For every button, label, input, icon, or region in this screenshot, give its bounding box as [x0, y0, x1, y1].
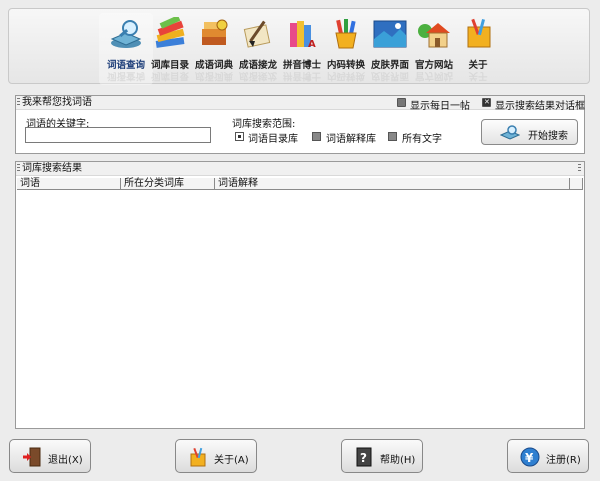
dictionary-icon	[196, 17, 232, 51]
grip-icon	[17, 98, 20, 106]
start-search-label: 开始搜索	[528, 131, 568, 142]
exit-door-icon	[22, 447, 42, 467]
keyword-input[interactable]	[25, 127, 211, 143]
svg-text:?: ?	[360, 451, 367, 465]
help-label: 帮助(H)	[380, 455, 416, 466]
results-panel-title-bar: 词库搜索结果	[16, 162, 584, 176]
search-panel-title: 我来帮您找词语	[22, 97, 92, 108]
scope-option-catalog: 词语目录库	[248, 134, 298, 145]
pencil-cup-icon	[328, 17, 364, 51]
about-button[interactable]: 关于(A)	[175, 439, 257, 473]
svg-text:A: A	[308, 39, 316, 50]
search-book-icon	[108, 17, 144, 51]
house-icon	[416, 17, 452, 51]
register-label: 注册(R)	[546, 455, 581, 466]
results-dialog-checkbox[interactable]	[482, 98, 491, 107]
toolbar-official-site[interactable]: 官方网站 官方网站	[413, 17, 455, 81]
column-header-category[interactable]: 所在分类词库	[121, 178, 215, 190]
column-header-word[interactable]: 词语	[17, 178, 121, 190]
notebook-icon	[460, 17, 496, 51]
start-search-button[interactable]: 开始搜索	[481, 119, 578, 145]
pinyin-books-icon: A	[284, 17, 320, 51]
search-panel: 我来帮您找词语 显示每日一帖 显示搜索结果对话框 词语的关键字: 词库搜索范围:…	[15, 95, 585, 154]
search-book-icon	[499, 125, 521, 144]
toolbar-word-query[interactable]: 词语查询 词语查询	[99, 13, 153, 85]
toolbar-word-catalog[interactable]: 词库目录 词库目录	[149, 15, 191, 81]
results-panel-title: 词库搜索结果	[22, 163, 82, 174]
toolbar-idiom-dictionary[interactable]: 成语词典 成语词典	[193, 17, 235, 81]
grip-icon	[578, 164, 581, 172]
toolbar-code-convert[interactable]: 内码转换 内码转换	[325, 17, 367, 81]
toolbar-about[interactable]: 关于 关于	[457, 17, 499, 81]
notebook-icon	[188, 447, 208, 467]
daily-tip-label: 显示每日一帖	[410, 101, 470, 112]
help-button[interactable]: ? 帮助(H)	[341, 439, 423, 473]
scroll-brush-icon	[240, 17, 276, 51]
exit-button[interactable]: 退出(X)	[9, 439, 91, 473]
scope-radio-all[interactable]	[388, 132, 397, 141]
scope-label: 词库搜索范围:	[232, 119, 296, 130]
results-list[interactable]	[17, 190, 583, 427]
toolbar-label: 关于	[468, 60, 488, 71]
main-toolbar: 词语查询 词语查询 词库目录 词库目录 成语词典 成语词典 成语接龙 成语接龙 …	[8, 8, 590, 85]
results-panel: 词库搜索结果 词语 所在分类词库 词语解释	[15, 161, 585, 429]
column-header-explanation[interactable]: 词语解释	[215, 178, 570, 190]
about-label: 关于(A)	[214, 455, 249, 466]
yen-coin-icon: ¥	[520, 447, 540, 467]
grip-icon	[17, 164, 20, 172]
scope-radio-catalog[interactable]	[235, 132, 244, 141]
scope-option-all: 所有文字	[402, 134, 442, 145]
column-header-filler	[570, 178, 583, 190]
toolbar-label-reflection: 关于	[468, 70, 488, 81]
scope-option-explanation: 词语解释库	[326, 134, 376, 145]
svg-text:¥: ¥	[525, 451, 534, 465]
books-stack-icon	[152, 15, 188, 51]
register-button[interactable]: ¥ 注册(R)	[507, 439, 589, 473]
toolbar-idiom-chain[interactable]: 成语接龙 成语接龙	[237, 17, 279, 81]
daily-tip-checkbox[interactable]	[397, 98, 406, 107]
exit-label: 退出(X)	[48, 455, 83, 466]
toolbar-skin-interface[interactable]: 皮肤界面 皮肤界面	[369, 17, 411, 81]
landscape-icon	[372, 17, 408, 51]
results-dialog-label: 显示搜索结果对话框	[495, 101, 585, 112]
scope-radio-explanation[interactable]	[312, 132, 321, 141]
help-book-icon: ?	[354, 447, 374, 467]
toolbar-pinyin-doctor[interactable]: A 拼音博士 拼音博士	[281, 17, 323, 81]
